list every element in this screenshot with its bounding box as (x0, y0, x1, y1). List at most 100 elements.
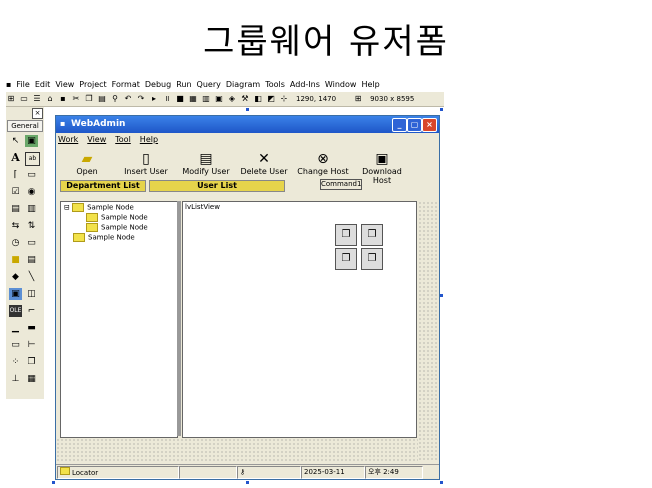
properties-icon[interactable]: ▥ (201, 94, 211, 104)
form-menu-view[interactable]: View (87, 135, 106, 144)
copy-icon[interactable]: ❐ (84, 94, 94, 104)
menu-run[interactable]: Run (176, 80, 191, 89)
close-icon[interactable]: × (32, 108, 43, 119)
menu-debug[interactable]: Debug (145, 80, 171, 89)
department-treeview[interactable]: ⊟ Sample Node Sample Node Sample Node Sa… (60, 201, 178, 438)
data-icon[interactable]: ◫ (25, 288, 38, 300)
menu-query[interactable]: Query (197, 80, 221, 89)
menu-help[interactable]: Help (361, 80, 379, 89)
maximize-icon[interactable]: ▢ (407, 118, 422, 132)
menu-editor-icon[interactable]: ☰ (32, 94, 42, 104)
picturebox-icon[interactable]: ▣ (25, 135, 38, 147)
form-menu-work[interactable]: Work (58, 135, 78, 144)
menu-view[interactable]: View (55, 80, 74, 89)
menu-project[interactable]: Project (79, 80, 106, 89)
tree-node[interactable]: Sample Node (73, 233, 135, 242)
resize-handle[interactable] (440, 294, 443, 297)
end-icon[interactable]: ■ (175, 94, 185, 104)
break-icon[interactable]: ॥ (162, 94, 172, 104)
resize-handle[interactable] (440, 108, 443, 111)
command1-button[interactable]: Command1 (320, 179, 362, 190)
treeview-icon[interactable]: ⊢ (25, 339, 38, 351)
form-titlebar[interactable]: ▪ WebAdmin _ ▢ × (56, 116, 439, 133)
object-browser-icon[interactable]: ◈ (227, 94, 237, 104)
menu-tools[interactable]: Tools (265, 80, 285, 89)
user-listview[interactable]: lvListView ❐ ❐ ❐ ❐ (182, 201, 417, 438)
tree-node[interactable]: Sample Node (86, 223, 148, 232)
frame-icon[interactable]: ⌈ (9, 169, 22, 181)
open-icon[interactable]: ⌂ (45, 94, 55, 104)
insert-user-button[interactable]: ▯ Insert User (120, 151, 172, 176)
delete-user-button[interactable]: ✕ Delete User (239, 151, 289, 176)
checkbox-icon[interactable]: ☑ (9, 186, 22, 198)
splitter[interactable] (177, 201, 181, 436)
form-menu-help[interactable]: Help (140, 135, 158, 144)
tree-node[interactable]: ⊟ Sample Node (64, 203, 134, 212)
line-icon[interactable]: ╲ (25, 271, 38, 283)
menu-diagram[interactable]: Diagram (226, 80, 260, 89)
modify-user-button[interactable]: ▤ Modify User (178, 151, 234, 176)
close-icon[interactable]: × (422, 118, 437, 132)
menu-file[interactable]: File (16, 80, 29, 89)
imagecombo-icon[interactable]: ▦ (25, 373, 38, 385)
cut-icon[interactable]: ✂ (71, 94, 81, 104)
toolbox-panel: × General ↖ ▣ A ab ⌈ ▭ ☑ ◉ ▤ ▥ ⇆ ⇅ ◷ ▭ ■… (6, 107, 45, 399)
slider-icon[interactable]: ⊥ (9, 373, 22, 385)
find-icon[interactable]: ⚲ (110, 94, 120, 104)
minimize-icon[interactable]: _ (392, 118, 407, 132)
shape-icon[interactable]: ◆ (9, 271, 22, 283)
add-form-icon[interactable]: ▭ (19, 94, 29, 104)
menu-format[interactable]: Format (112, 80, 140, 89)
hscrollbar-icon[interactable]: ⇆ (9, 220, 22, 232)
start-icon[interactable]: ▸ (149, 94, 159, 104)
resize-handle[interactable] (246, 108, 249, 111)
filelistbox-icon[interactable]: ▤ (25, 254, 38, 266)
change-host-button[interactable]: ⊗ Change Host (296, 151, 350, 176)
form-menu-tool[interactable]: Tool (115, 135, 131, 144)
change-host-label: Change Host (297, 167, 349, 176)
menu-window[interactable]: Window (325, 80, 357, 89)
add-project-icon[interactable]: ⊞ (6, 94, 16, 104)
label-icon[interactable]: A (9, 152, 22, 164)
toolbar-control-icon[interactable]: ▁ (9, 322, 22, 334)
statusbar-control-icon[interactable]: ▬ (25, 322, 38, 334)
menu-add-ins[interactable]: Add-Ins (290, 80, 320, 89)
project-explorer-icon[interactable]: ▦ (188, 94, 198, 104)
toolbox-tab-general[interactable]: General (7, 120, 43, 132)
redo-icon[interactable]: ↷ (136, 94, 146, 104)
listview-icon[interactable]: ⁘ (9, 356, 22, 368)
vscrollbar-icon[interactable]: ⇅ (25, 220, 38, 232)
ole-icon[interactable]: OLE (9, 305, 22, 317)
open-button[interactable]: ▰ Open (66, 151, 108, 176)
open-button-label: Open (76, 167, 98, 176)
textbox-icon[interactable]: ab (25, 152, 40, 166)
dirlistbox-icon[interactable]: ■ (9, 254, 22, 266)
delete-icon: ✕ (258, 151, 270, 167)
webadmin-form[interactable]: ▪ WebAdmin _ ▢ × Work View Tool Help ▰ O… (55, 115, 440, 480)
commandbutton-icon[interactable]: ▭ (25, 169, 38, 181)
listbox-icon[interactable]: ▥ (25, 203, 38, 215)
resize-handle[interactable] (440, 481, 443, 484)
progressbar-icon[interactable]: ▭ (9, 339, 22, 351)
toolbox-icon[interactable]: ⚒ (240, 94, 250, 104)
tree-node[interactable]: Sample Node (86, 213, 148, 222)
form-layout-icon[interactable]: ▣ (214, 94, 224, 104)
combobox-icon[interactable]: ▤ (9, 203, 22, 215)
resize-handle[interactable] (52, 481, 55, 484)
resize-handle[interactable] (246, 481, 249, 484)
paste-icon[interactable]: ▤ (97, 94, 107, 104)
folder-open-icon: ▰ (81, 151, 93, 167)
image-icon[interactable]: ▣ (9, 288, 22, 300)
change-host-icon: ⊗ (317, 151, 329, 167)
pointer-icon[interactable]: ↖ (9, 135, 22, 147)
imagelist-icon[interactable]: ❐ (25, 356, 38, 368)
menu-edit[interactable]: Edit (35, 80, 51, 89)
save-icon[interactable]: ▪ (58, 94, 68, 104)
visual-component-icon[interactable]: ◩ (266, 94, 276, 104)
data-view-icon[interactable]: ◧ (253, 94, 263, 104)
undo-icon[interactable]: ↶ (123, 94, 133, 104)
optionbutton-icon[interactable]: ◉ (25, 186, 38, 198)
drivelistbox-icon[interactable]: ▭ (25, 237, 38, 249)
tabstrip-icon[interactable]: ⌐ (25, 305, 38, 317)
timer-icon[interactable]: ◷ (9, 237, 22, 249)
